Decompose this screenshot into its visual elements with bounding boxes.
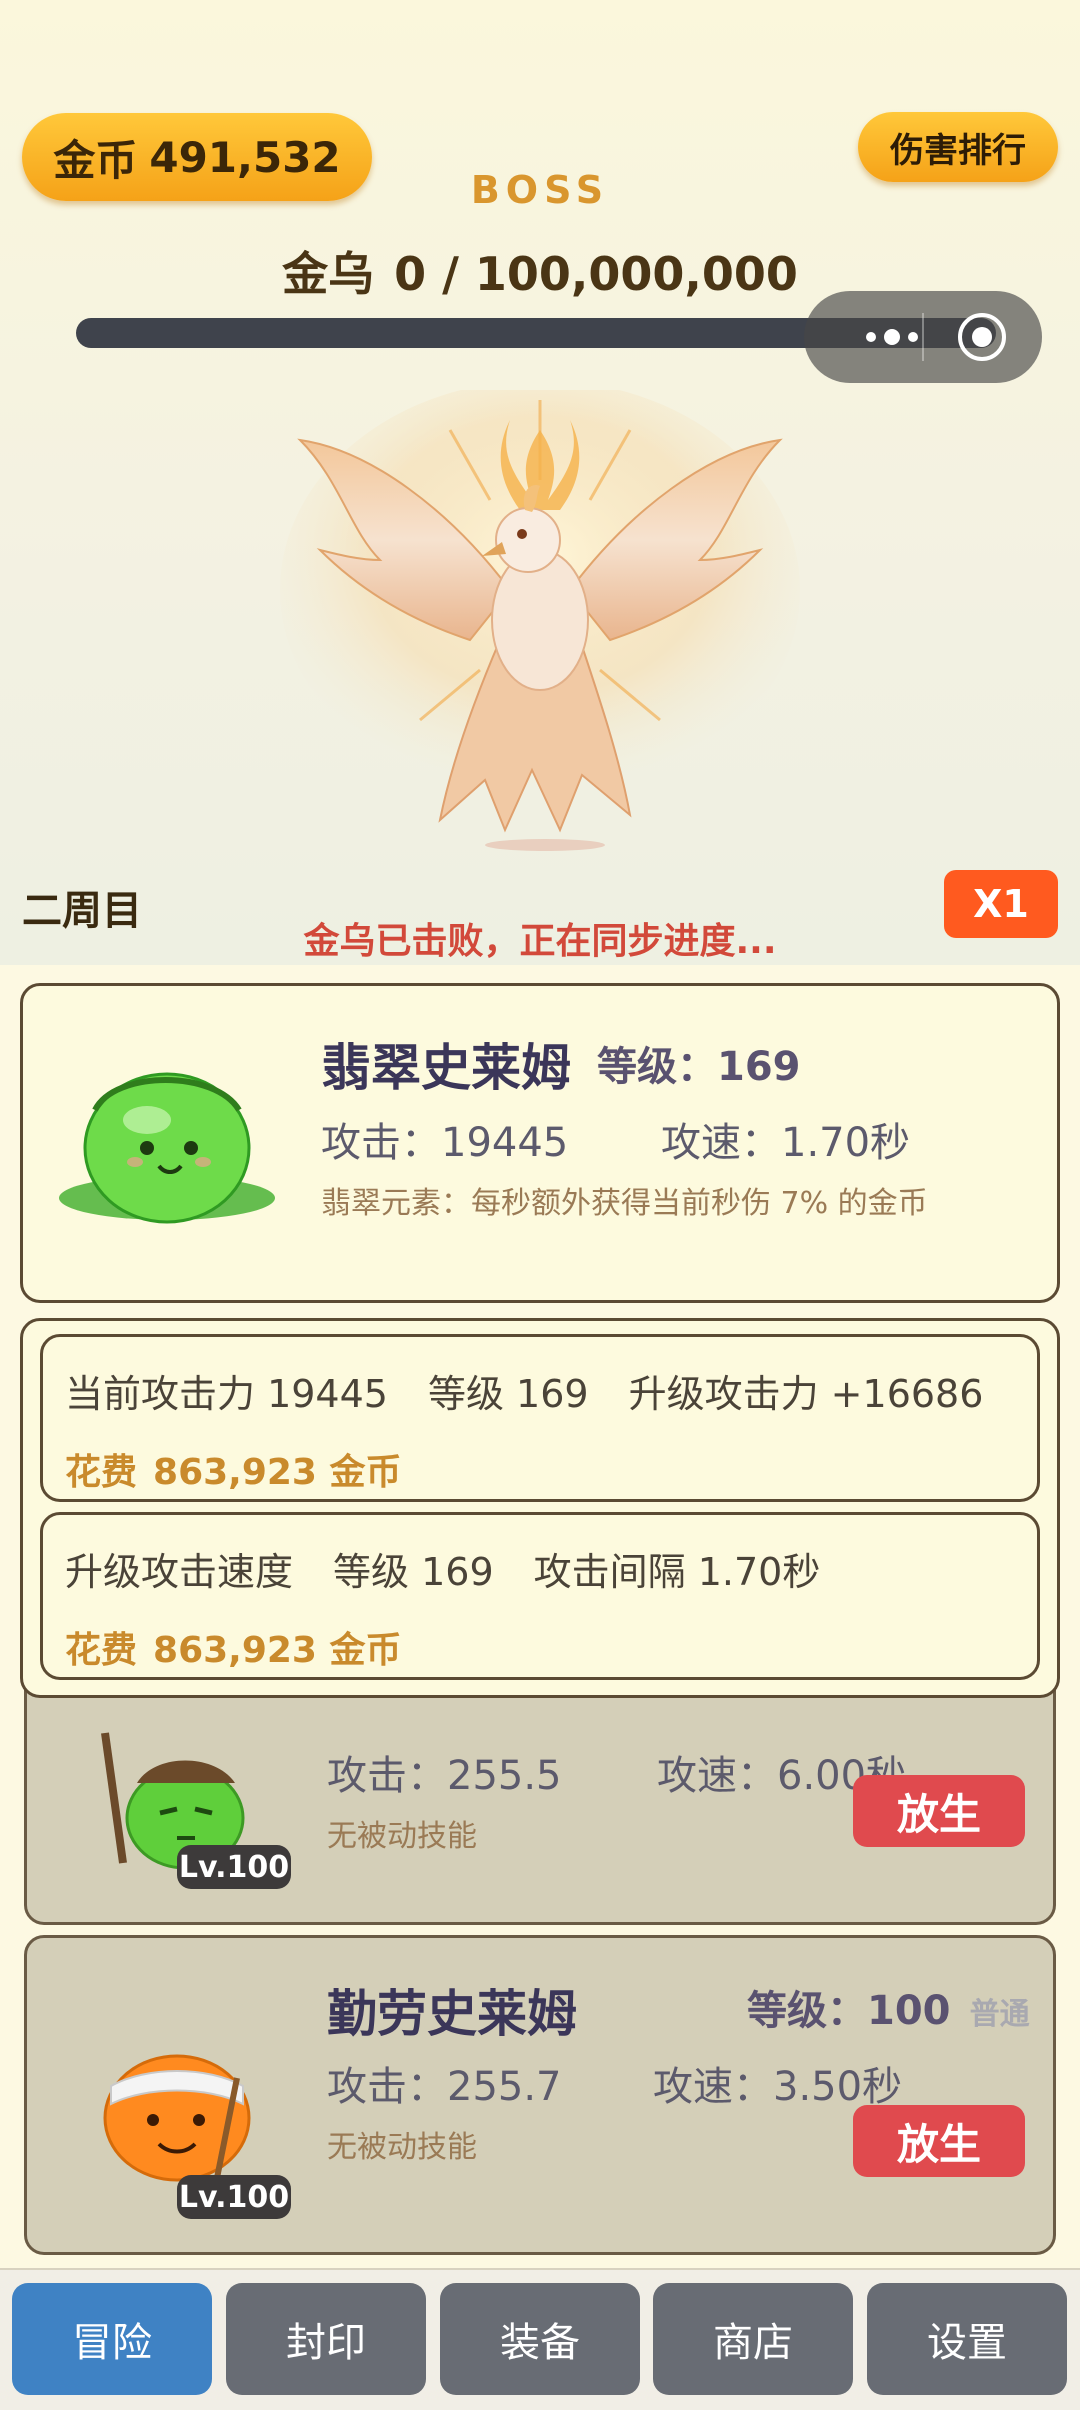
current-attack: 当前攻击力 19445 xyxy=(65,1372,388,1416)
active-slime-card[interactable]: 翡翠史莱姆 等级：169 攻击：19445 攻速：1.70秒 翡翠元素：每秒额外… xyxy=(20,983,1060,1303)
level-label: 等级： xyxy=(747,1988,867,2034)
boss-tag: BOSS xyxy=(470,168,610,212)
upgrade-attack-info: 当前攻击力 19445 等级 169 升级攻击力 +16686 xyxy=(65,1363,1023,1418)
upgrade-speed-info: 升级攻击速度 等级 169 攻击间隔 1.70秒 xyxy=(65,1541,860,1596)
slime-skill: 翡翠元素：每秒额外获得当前秒伤 7% 的金币 xyxy=(321,1186,928,1221)
slime-speed: 攻速：3.50秒 xyxy=(653,2064,903,2110)
mini-program-capsule xyxy=(804,291,1042,383)
level-label: 等级： xyxy=(597,1044,717,1090)
nav-seal[interactable]: 封印 xyxy=(226,2283,426,2395)
nav-settings[interactable]: 设置 xyxy=(867,2283,1067,2395)
capsule-divider xyxy=(922,313,924,361)
release-button[interactable]: 放生 xyxy=(853,1775,1025,1847)
level-value: 169 xyxy=(717,1044,801,1090)
level-value: 100 xyxy=(867,1988,951,2034)
boss-hp-value: 0 / 100,000,000 xyxy=(394,247,798,301)
slime-level: 等级：169 xyxy=(597,1034,801,1092)
slime-skill: 无被动技能 xyxy=(327,2130,477,2165)
speed-upgrade-title: 升级攻击速度 xyxy=(65,1550,294,1594)
attack-level: 等级 169 xyxy=(427,1372,589,1416)
cost-value: 863,923 金币 xyxy=(153,1630,402,1671)
slime-name: 勤劳史莱姆 xyxy=(327,1985,577,2043)
upgrade-attack-option[interactable]: 当前攻击力 19445 等级 169 升级攻击力 +16686 花费 863,923 … xyxy=(40,1334,1040,1502)
nav-equipment[interactable]: 装备 xyxy=(440,2283,640,2395)
attack-interval: 攻击间隔 1.70秒 xyxy=(533,1550,821,1594)
level-badge: Lv.100 xyxy=(177,2175,291,2219)
slime-attack: 攻击：255.7 xyxy=(327,2064,562,2110)
boss-name: 金乌 xyxy=(282,247,375,301)
more-icon[interactable] xyxy=(832,291,952,383)
speed-level: 等级 169 xyxy=(333,1550,494,1594)
nav-adventure[interactable]: 冒险 xyxy=(12,2283,212,2395)
level-badge: Lv.100 xyxy=(177,1845,291,1889)
attack-gain: 升级攻击力 +16686 xyxy=(628,1372,984,1416)
release-button[interactable]: 放生 xyxy=(853,2105,1025,2177)
cost-label: 花费 xyxy=(65,1452,138,1493)
orange-slime-icon xyxy=(103,2054,251,2182)
slime-name: 翡翠史莱姆 xyxy=(321,1039,571,1097)
slime-level: 等级：100 普通 xyxy=(747,1978,1030,2036)
cost-value: 863,923 金币 xyxy=(153,1452,402,1493)
nav-shop[interactable]: 商店 xyxy=(653,2283,853,2395)
phoenix-boss-icon[interactable] xyxy=(270,390,810,860)
upgrade-attack-cost: 花费 863,923 金币 xyxy=(65,1443,418,1495)
slime-speed: 攻速：1.70秒 xyxy=(661,1120,911,1166)
slime-attack: 攻击：19445 xyxy=(321,1120,569,1166)
cost-label: 花费 xyxy=(65,1630,138,1671)
slime-attack: 攻击：255.5 xyxy=(327,1753,562,1799)
emerald-slime-icon xyxy=(59,1072,275,1224)
rarity-label: 普通 xyxy=(969,1997,1030,2032)
slime-skill: 无被动技能 xyxy=(327,1819,477,1854)
upgrade-speed-cost: 花费 863,923 金币 xyxy=(65,1621,418,1673)
sync-status-message: 金乌已击败，正在同步进度... xyxy=(303,921,777,962)
close-target-icon[interactable] xyxy=(958,313,1006,361)
upgrade-speed-option[interactable]: 升级攻击速度 等级 169 攻击间隔 1.70秒 花费 863,923 金币 xyxy=(40,1512,1040,1680)
slime-card[interactable]: Lv.100 勤劳史莱姆 等级：100 普通 攻击：255.7 攻速：3.50秒… xyxy=(24,1935,1056,2255)
